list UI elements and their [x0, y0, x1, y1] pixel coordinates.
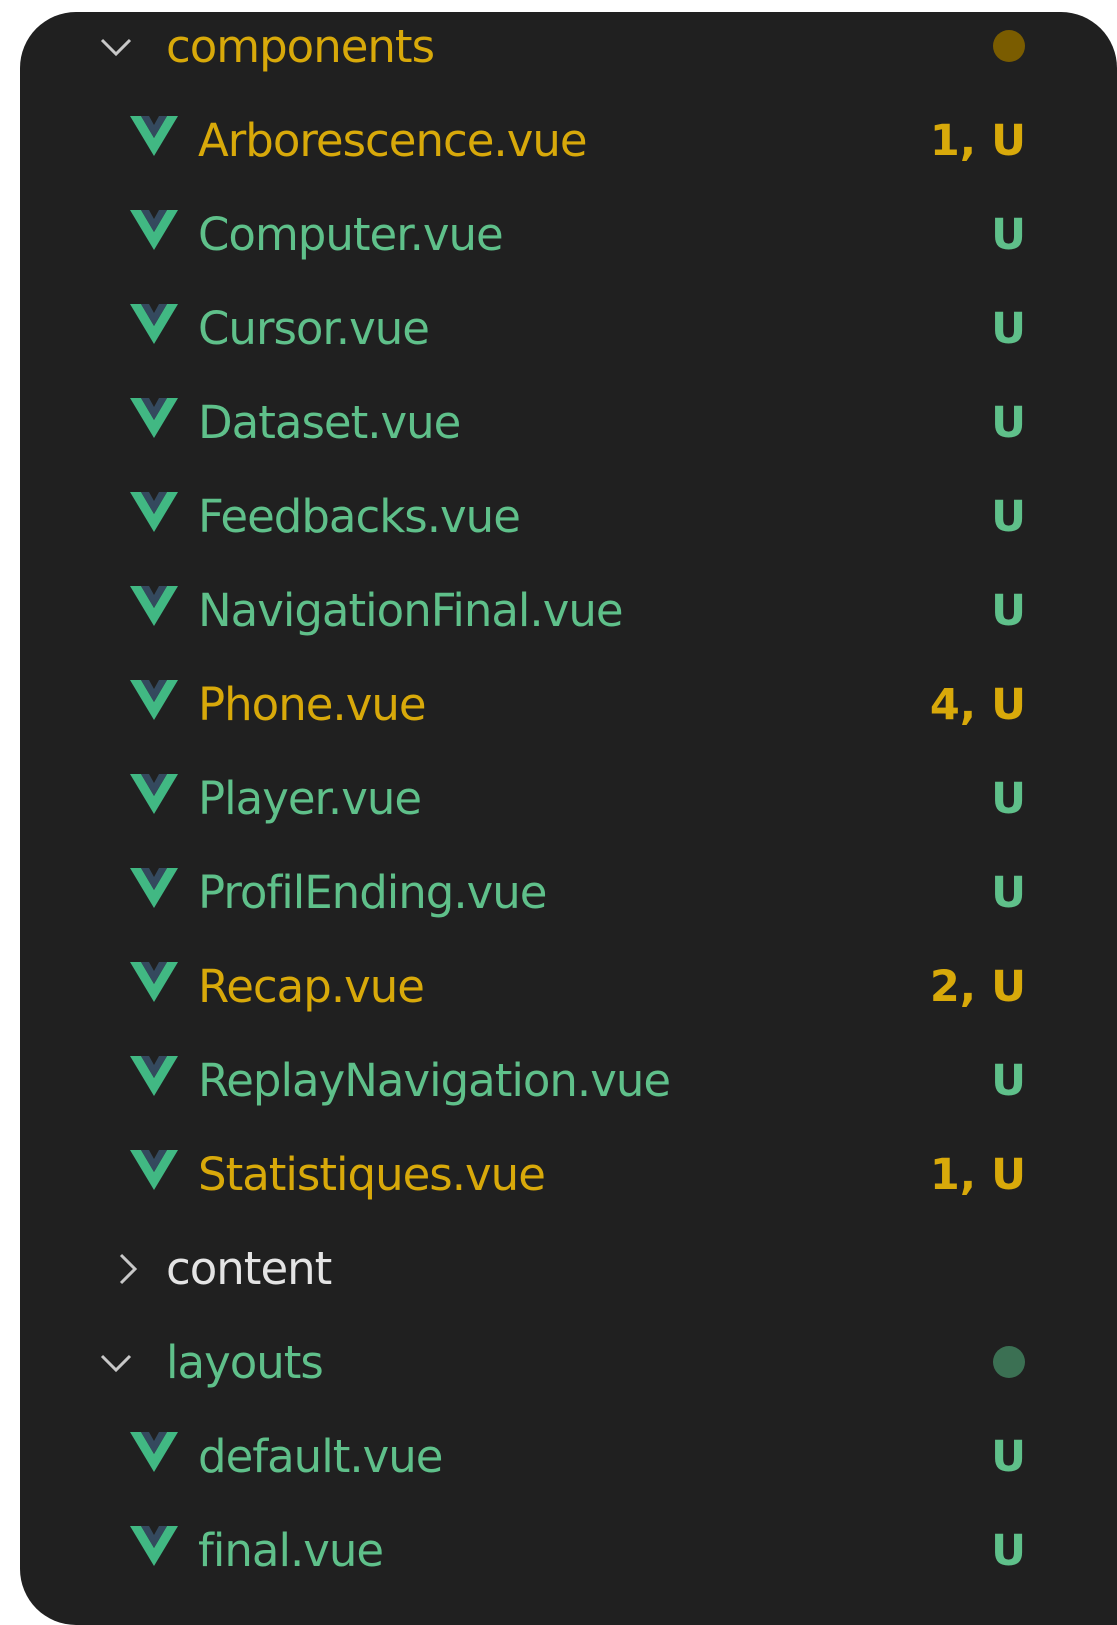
vue-file-icon [130, 210, 178, 250]
vue-file-icon [130, 492, 178, 532]
modified-dot-icon [993, 30, 1025, 62]
git-status-badge: U [991, 774, 1026, 824]
file-name: ReplayNavigation.vue [198, 1054, 671, 1107]
folder-components[interactable]: components [20, 12, 1117, 94]
file-item[interactable]: Phone.vue 4, U [20, 658, 1117, 752]
file-item[interactable]: Player.vue U [20, 752, 1117, 846]
vue-file-icon [130, 304, 178, 344]
git-status-badge: 1, U [929, 116, 1026, 166]
vue-file-icon [130, 586, 178, 626]
vue-file-icon [130, 1432, 178, 1472]
file-item[interactable]: Computer.vue U [20, 188, 1117, 282]
folder-label: layouts [166, 1336, 324, 1389]
vue-file-icon [130, 868, 178, 908]
file-item[interactable]: ProfilEnding.vue U [20, 846, 1117, 940]
folder-label: components [166, 20, 435, 73]
untracked-dot-icon [993, 1346, 1025, 1378]
chevron-down-icon[interactable] [96, 1316, 136, 1410]
file-name: Computer.vue [198, 208, 504, 261]
file-name: ProfilEnding.vue [198, 866, 547, 919]
git-status-badge: U [991, 1432, 1026, 1482]
file-item[interactable]: Statistiques.vue 1, U [20, 1128, 1117, 1222]
folder-label: content [166, 1242, 332, 1295]
git-status-badge: 1, U [929, 1150, 1026, 1200]
file-explorer-panel: components Arborescence.vue 1, U Computer… [20, 12, 1117, 1625]
file-name: Phone.vue [198, 678, 427, 731]
file-item[interactable]: Arborescence.vue 1, U [20, 94, 1117, 188]
file-name: Cursor.vue [198, 302, 430, 355]
file-item[interactable]: ReplayNavigation.vue U [20, 1034, 1117, 1128]
file-item[interactable]: Dataset.vue U [20, 376, 1117, 470]
file-item[interactable]: NavigationFinal.vue U [20, 564, 1117, 658]
git-status-badge: 4, U [929, 680, 1026, 730]
vue-file-icon [130, 116, 178, 156]
file-item[interactable]: Cursor.vue U [20, 282, 1117, 376]
file-item[interactable]: Feedbacks.vue U [20, 470, 1117, 564]
file-name: Statistiques.vue [198, 1148, 546, 1201]
file-name: Recap.vue [198, 960, 425, 1013]
chevron-right-icon[interactable] [108, 1222, 148, 1316]
git-status-badge: U [991, 492, 1026, 542]
file-item[interactable]: final.vue U [20, 1504, 1117, 1598]
vue-file-icon [130, 1150, 178, 1190]
vue-file-icon [130, 680, 178, 720]
folder-layouts[interactable]: layouts [20, 1316, 1117, 1410]
git-status-badge: 2, U [929, 962, 1026, 1012]
file-item[interactable]: default.vue U [20, 1410, 1117, 1504]
git-status-badge: U [991, 1526, 1026, 1576]
file-name: NavigationFinal.vue [198, 584, 624, 637]
vue-file-icon [130, 398, 178, 438]
file-name: default.vue [198, 1430, 443, 1483]
vue-file-icon [130, 774, 178, 814]
file-name: Arborescence.vue [198, 114, 588, 167]
chevron-down-icon[interactable] [96, 12, 136, 94]
vue-file-icon [130, 1526, 178, 1566]
git-status-badge: U [991, 398, 1026, 448]
file-name: Feedbacks.vue [198, 490, 521, 543]
file-item[interactable]: Recap.vue 2, U [20, 940, 1117, 1034]
git-status-badge: U [991, 868, 1026, 918]
git-status-badge: U [991, 210, 1026, 260]
vue-file-icon [130, 1056, 178, 1096]
vue-file-icon [130, 962, 178, 1002]
file-name: Player.vue [198, 772, 422, 825]
folder-content[interactable]: content [20, 1222, 1117, 1316]
git-status-badge: U [991, 304, 1026, 354]
file-name: final.vue [198, 1524, 384, 1577]
git-status-badge: U [991, 1056, 1026, 1106]
file-name: Dataset.vue [198, 396, 461, 449]
file-tree: components Arborescence.vue 1, U Computer… [20, 12, 1117, 1598]
git-status-badge: U [991, 586, 1026, 636]
